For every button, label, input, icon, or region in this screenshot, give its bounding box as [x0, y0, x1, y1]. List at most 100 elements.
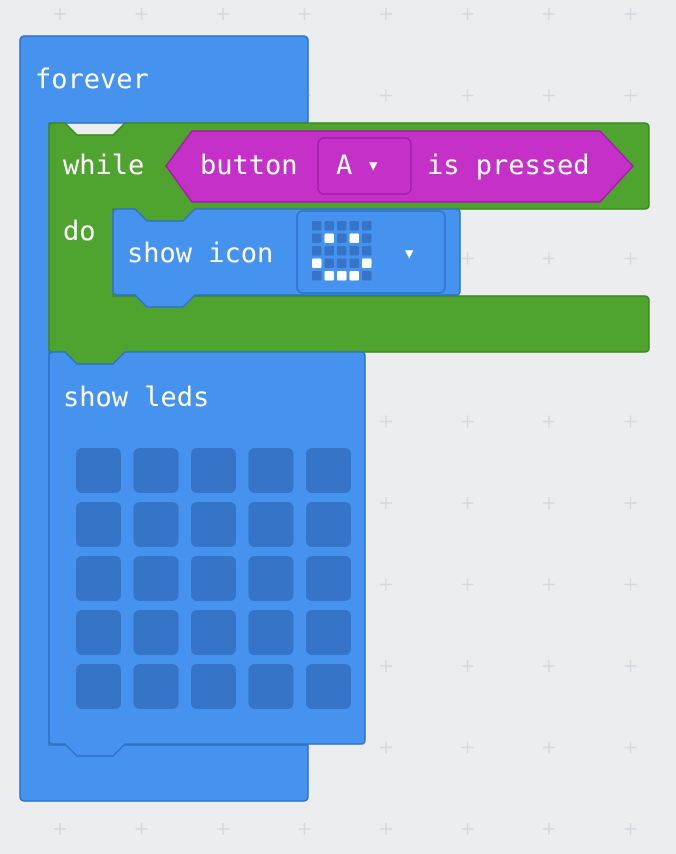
grid-plus-mark — [624, 8, 637, 20]
icon-pixel — [324, 271, 334, 281]
led-cell[interactable] — [76, 664, 121, 709]
led-cell[interactable] — [306, 448, 351, 493]
grid-plus-mark — [624, 497, 637, 509]
icon-pixel — [362, 221, 372, 231]
do-label: do — [63, 216, 96, 247]
led-cell[interactable] — [306, 556, 351, 601]
show-icon-label: show icon — [127, 238, 274, 269]
led-cell[interactable] — [306, 610, 351, 655]
led-cell[interactable] — [191, 502, 236, 547]
icon-pixel — [312, 271, 322, 281]
icon-pixel — [337, 246, 347, 256]
led-cell[interactable] — [306, 664, 351, 709]
grid-plus-mark — [543, 252, 555, 265]
grid-plus-mark — [135, 823, 148, 835]
grid-plus-mark — [624, 252, 637, 265]
icon-pixel — [362, 258, 372, 268]
icon-pixel — [337, 221, 347, 231]
icon-pixel — [349, 271, 359, 281]
show-leds-label: show leds — [63, 382, 210, 413]
icon-pixel — [337, 233, 347, 243]
grid-plus-mark — [380, 497, 392, 509]
led-cell[interactable] — [248, 556, 294, 601]
button-label: button — [200, 150, 298, 181]
led-cell[interactable] — [191, 556, 236, 601]
grid-plus-mark — [380, 8, 392, 20]
grid-plus-mark — [461, 823, 474, 835]
button-dropdown[interactable] — [317, 137, 412, 195]
led-cell[interactable] — [133, 502, 179, 547]
blocks-workspace[interactable]: forever while do button A ▼ is pressed s… — [0, 0, 676, 854]
forever-label: forever — [35, 64, 149, 95]
grid-plus-mark — [380, 89, 392, 102]
led-cell[interactable] — [248, 448, 294, 493]
grid-plus-mark — [54, 823, 66, 835]
grid-plus-mark — [543, 578, 555, 591]
icon-pixel — [362, 246, 372, 256]
grid-plus-mark — [380, 578, 392, 591]
grid-plus-mark — [217, 8, 229, 20]
led-cell[interactable] — [191, 664, 236, 709]
grid-plus-mark — [624, 578, 637, 591]
grid-plus-mark — [543, 89, 555, 102]
grid-plus-mark — [380, 823, 392, 835]
grid-plus-mark — [543, 660, 555, 672]
led-cell[interactable] — [248, 502, 294, 547]
icon-pixel — [324, 233, 334, 243]
icon-pixel — [312, 233, 322, 243]
led-cell[interactable] — [248, 610, 294, 655]
icon-pixel — [324, 221, 334, 231]
icon-pixel — [312, 246, 322, 256]
grid-plus-mark — [54, 8, 66, 20]
led-cell[interactable] — [248, 664, 294, 709]
grid-plus-mark — [461, 415, 474, 428]
grid-plus-mark — [543, 741, 555, 754]
grid-plus-mark — [624, 415, 637, 428]
grid-plus-mark — [461, 578, 474, 591]
grid-plus-mark — [380, 741, 392, 754]
grid-plus-mark — [624, 89, 637, 102]
icon-pixel — [312, 221, 322, 231]
led-cell[interactable] — [76, 448, 121, 493]
icon-pixel — [337, 271, 347, 281]
icon-pixel — [349, 258, 359, 268]
led-cell[interactable] — [133, 556, 179, 601]
grid-plus-mark — [135, 8, 148, 20]
smiley-icon — [312, 221, 372, 281]
grid-plus-mark — [461, 8, 474, 20]
icon-pixel — [349, 246, 359, 256]
grid-plus-mark — [461, 89, 474, 102]
grid-plus-mark — [461, 252, 474, 265]
led-cell[interactable] — [306, 502, 351, 547]
led-cell[interactable] — [133, 448, 179, 493]
button-value[interactable]: A — [336, 149, 352, 183]
icon-pixel — [349, 233, 359, 243]
led-cell[interactable] — [76, 610, 121, 655]
chevron-down-icon[interactable]: ▼ — [405, 247, 413, 261]
grid-plus-mark — [380, 660, 392, 672]
icon-pixel — [312, 258, 322, 268]
led-matrix — [76, 448, 351, 709]
grid-plus-mark — [543, 497, 555, 509]
grid-plus-mark — [624, 823, 637, 835]
led-cell[interactable] — [191, 448, 236, 493]
is-pressed-label: is pressed — [427, 150, 590, 181]
led-cell[interactable] — [133, 610, 179, 655]
icon-pixel — [362, 233, 372, 243]
led-cell[interactable] — [76, 556, 121, 601]
icon-pixel — [324, 246, 334, 256]
led-cell[interactable] — [133, 664, 179, 709]
chevron-down-icon[interactable]: ▼ — [369, 159, 377, 173]
led-cell[interactable] — [76, 502, 121, 547]
grid-plus-mark — [543, 8, 555, 20]
grid-plus-mark — [217, 823, 229, 835]
grid-plus-mark — [461, 660, 474, 672]
icon-pixel — [362, 271, 372, 281]
blocks-canvas — [19, 8, 650, 835]
grid-plus-mark — [624, 660, 637, 672]
grid-plus-mark — [298, 823, 311, 835]
led-cell[interactable] — [191, 610, 236, 655]
grid-plus-mark — [543, 823, 555, 835]
grid-plus-mark — [461, 497, 474, 509]
grid-plus-mark — [624, 741, 637, 754]
